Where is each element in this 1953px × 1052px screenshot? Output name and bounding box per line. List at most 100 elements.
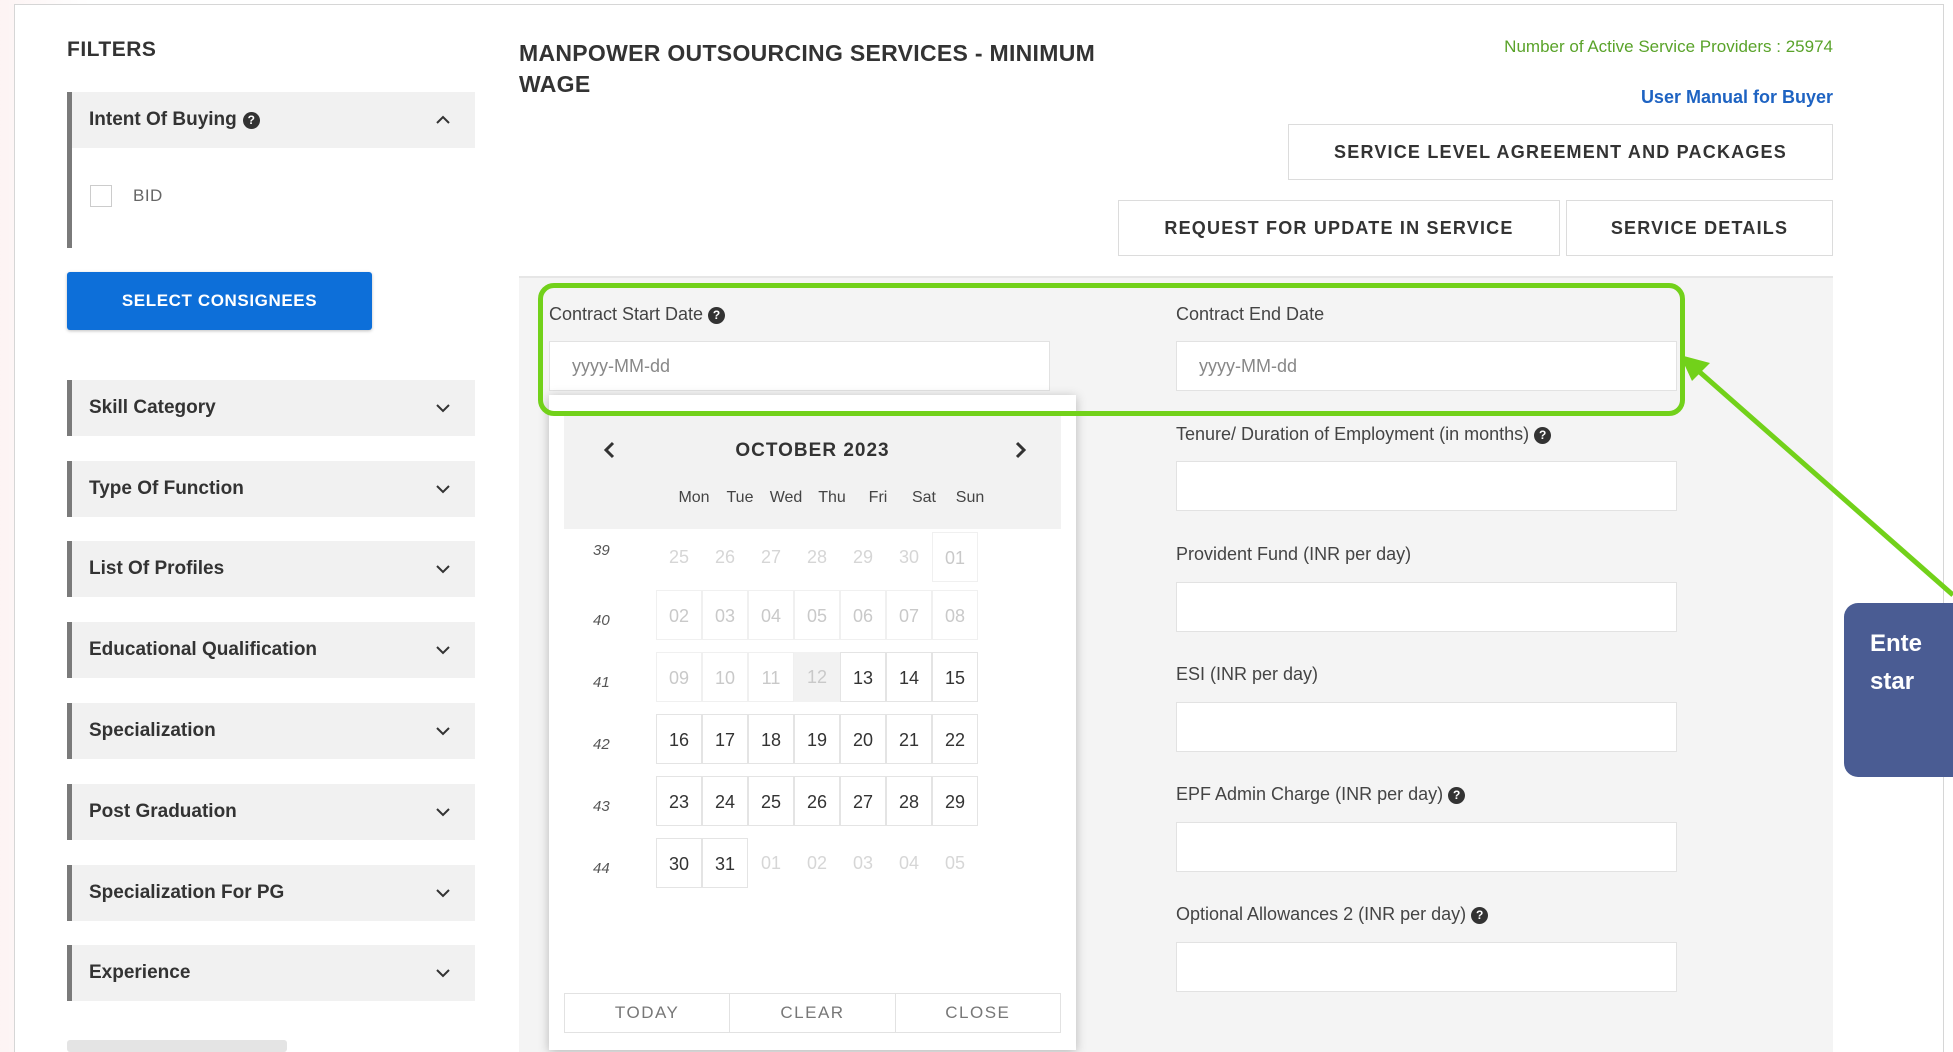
- accordion-item[interactable]: Specialization: [67, 703, 475, 759]
- calendar-day[interactable]: 16: [656, 714, 702, 764]
- accordion-item[interactable]: Experience: [67, 945, 475, 1001]
- calendar-day[interactable]: 13: [840, 652, 886, 702]
- accordion-label: Type Of Function: [89, 478, 244, 499]
- chevron-down-icon: [436, 808, 450, 817]
- tenure-label: Tenure/ Duration of Employment (in month…: [1176, 424, 1552, 445]
- accordion-label: Specialization For PG: [89, 882, 285, 903]
- week-number: 41: [593, 674, 610, 691]
- sla-packages-button[interactable]: SERVICE LEVEL AGREEMENT AND PACKAGES: [1288, 124, 1833, 180]
- calendar-day[interactable]: 28: [886, 776, 932, 826]
- accordion-item[interactable]: List Of Profiles: [67, 541, 475, 597]
- calendar-day[interactable]: 17: [702, 714, 748, 764]
- accordion-item[interactable]: Post Graduation: [67, 784, 475, 840]
- calendar-day: 04: [748, 590, 794, 640]
- calendar-day: 03: [702, 590, 748, 640]
- service-details-button[interactable]: SERVICE DETAILS: [1566, 200, 1833, 256]
- accordion-item[interactable]: Skill Category: [67, 380, 475, 436]
- week-number: 42: [593, 736, 610, 753]
- clear-button[interactable]: CLEAR: [730, 994, 896, 1032]
- calendar-day[interactable]: 24: [702, 776, 748, 826]
- esi-label: ESI (INR per day): [1176, 664, 1319, 684]
- accordion-label: Specialization: [89, 720, 216, 741]
- page-title: MANPOWER OUTSOURCING SERVICES - MINIMUM …: [519, 40, 1096, 97]
- callout-line-1: Ente: [1870, 630, 1923, 657]
- calendar-day[interactable]: 26: [794, 776, 840, 826]
- datepicker-header: OCTOBER 2023 Mon Tue Wed Thu Fri Sat Sun: [564, 411, 1061, 529]
- callout-line-2: star: [1870, 668, 1915, 695]
- accordion-label: List Of Profiles: [89, 558, 225, 579]
- highlight-box: [538, 283, 1685, 416]
- today-button[interactable]: TODAY: [565, 994, 731, 1032]
- optional-allowances-label-text: Optional Allowances 2 (INR per day): [1176, 904, 1467, 924]
- help-icon[interactable]: ?: [1471, 907, 1489, 924]
- calendar-day: 02: [794, 838, 840, 888]
- day-of-week-label: Sun: [955, 489, 985, 506]
- calendar-day[interactable]: 22: [932, 714, 978, 764]
- accordion-label: Educational Qualification: [89, 639, 318, 660]
- next-month-icon[interactable]: [1006, 435, 1036, 465]
- calendar-day: 07: [886, 590, 932, 640]
- annotation-arrow: [1680, 355, 1953, 597]
- calendar-day[interactable]: 29: [932, 776, 978, 826]
- accordion-label: Experience: [89, 962, 191, 983]
- calendar-day[interactable]: 25: [748, 776, 794, 826]
- calendar-day[interactable]: 14: [886, 652, 932, 702]
- optional-allowances-input[interactable]: [1176, 942, 1677, 992]
- calendar-day[interactable]: 18: [748, 714, 794, 764]
- day-of-week-label: Sat: [911, 489, 936, 506]
- help-icon[interactable]: ?: [1534, 427, 1552, 444]
- day-of-week-label: Thu: [818, 489, 846, 506]
- calendar-day[interactable]: 21: [886, 714, 932, 764]
- epf-admin-label: EPF Admin Charge (INR per day)?: [1176, 784, 1466, 805]
- user-manual-link[interactable]: User Manual for Buyer: [1641, 87, 1833, 108]
- annotation-callout: Ente star: [1844, 603, 1953, 777]
- provident-fund-input[interactable]: [1176, 582, 1677, 632]
- calendar-day: 27: [748, 532, 794, 582]
- calendar-day: 03: [840, 838, 886, 888]
- day-of-week-label: Mon: [678, 489, 710, 506]
- request-update-button[interactable]: REQUEST FOR UPDATE IN SERVICE: [1118, 200, 1560, 256]
- calendar-day[interactable]: 30: [656, 838, 702, 888]
- calendar-day: 10: [702, 652, 748, 702]
- intent-of-buying-panel: [67, 148, 475, 248]
- chevron-down-icon: [436, 727, 450, 736]
- chevron-down-icon: [436, 485, 450, 494]
- calendar-day: 06: [840, 590, 886, 640]
- calendar-day: 12: [794, 652, 840, 702]
- optional-allowances-label: Optional Allowances 2 (INR per day)?: [1176, 904, 1489, 925]
- close-button[interactable]: CLOSE: [895, 994, 1060, 1032]
- calendar-day: 26: [702, 532, 748, 582]
- calendar-day[interactable]: 31: [702, 838, 748, 888]
- week-number: 44: [593, 860, 610, 877]
- bid-checkbox[interactable]: [90, 185, 112, 207]
- help-icon[interactable]: ?: [242, 111, 260, 129]
- accordion-item[interactable]: Educational Qualification: [67, 622, 475, 678]
- calendar-day: 08: [932, 590, 978, 640]
- active-providers-count: Number of Active Service Providers : 259…: [1504, 37, 1833, 56]
- chevron-down-icon: [436, 969, 450, 978]
- calendar-day[interactable]: 15: [932, 652, 978, 702]
- tenure-label-text: Tenure/ Duration of Employment (in month…: [1176, 424, 1530, 444]
- esi-input[interactable]: [1176, 702, 1677, 752]
- calendar-day: 05: [794, 590, 840, 640]
- calendar-day: 02: [656, 590, 702, 640]
- bid-checkbox-label: BID: [133, 186, 163, 205]
- epf-admin-input[interactable]: [1176, 822, 1677, 872]
- chevron-down-icon: [436, 565, 450, 574]
- accordion-item[interactable]: Specialization For PG: [67, 865, 475, 921]
- datepicker-footer: TODAY CLEAR CLOSE: [564, 993, 1061, 1033]
- datepicker-popup: OCTOBER 2023 Mon Tue Wed Thu Fri Sat Sun 39 25 2…: [549, 395, 1076, 1050]
- accordion-intent-of-buying[interactable]: Intent Of Buying ?: [67, 92, 475, 148]
- help-icon[interactable]: ?: [1448, 787, 1466, 804]
- calendar-day[interactable]: 23: [656, 776, 702, 826]
- accordion-item[interactable]: Type Of Function: [67, 461, 475, 517]
- calendar-day[interactable]: 20: [840, 714, 886, 764]
- datepicker-month: OCTOBER 2023: [735, 440, 890, 461]
- tenure-input[interactable]: [1176, 461, 1677, 511]
- calendar-day: 30: [886, 532, 932, 582]
- calendar-day[interactable]: 27: [840, 776, 886, 826]
- select-consignees-button[interactable]: SELECT CONSIGNEES: [67, 272, 372, 330]
- calendar-day[interactable]: 19: [794, 714, 840, 764]
- accordion-label: Post Graduation: [89, 801, 237, 822]
- week-number: 43: [593, 798, 610, 815]
